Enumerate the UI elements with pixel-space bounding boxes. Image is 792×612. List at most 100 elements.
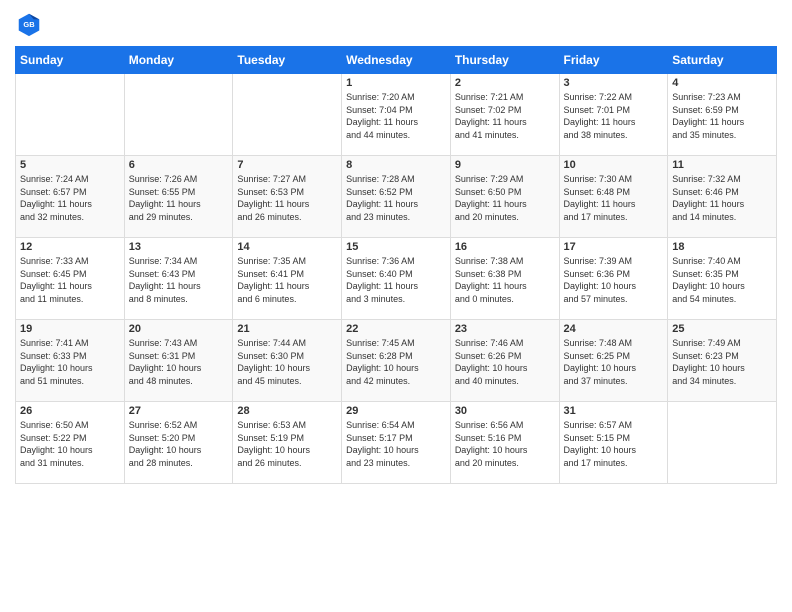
day-info: Sunrise: 6:52 AM Sunset: 5:20 PM Dayligh…	[129, 419, 229, 469]
week-row-2: 12 Sunrise: 7:33 AM Sunset: 6:45 PM Dayli…	[16, 238, 777, 320]
day-cell: 28 Sunrise: 6:53 AM Sunset: 5:19 PM Dayli…	[233, 402, 342, 484]
day-info: Sunrise: 7:22 AM Sunset: 7:01 PM Dayligh…	[564, 91, 664, 141]
week-row-3: 19 Sunrise: 7:41 AM Sunset: 6:33 PM Dayli…	[16, 320, 777, 402]
day-number: 15	[346, 241, 446, 253]
day-cell: 6Sunrise: 7:26 AM Sunset: 6:55 PM Daylig…	[124, 156, 233, 238]
day-info: Sunrise: 7:34 AM Sunset: 6:43 PM Dayligh…	[129, 255, 229, 305]
day-number: 7	[237, 159, 337, 171]
day-cell: 1 Sunrise: 7:20 AM Sunset: 7:04 PM Daylig…	[342, 74, 451, 156]
day-cell: 23 Sunrise: 7:46 AM Sunset: 6:26 PM Dayli…	[450, 320, 559, 402]
day-info: Sunrise: 7:44 AM Sunset: 6:30 PM Dayligh…	[237, 337, 337, 387]
day-number: 23	[455, 323, 555, 335]
day-info: Sunrise: 7:30 AM Sunset: 6:48 PM Dayligh…	[564, 173, 664, 223]
day-info: Sunrise: 7:24 AM Sunset: 6:57 PM Dayligh…	[20, 173, 120, 223]
day-number: 2	[455, 77, 555, 89]
day-cell: 22Sunrise: 7:45 AM Sunset: 6:28 PM Dayli…	[342, 320, 451, 402]
day-cell: 16Sunrise: 7:38 AM Sunset: 6:38 PM Dayli…	[450, 238, 559, 320]
day-info: Sunrise: 6:53 AM Sunset: 5:19 PM Dayligh…	[237, 419, 337, 469]
day-info: Sunrise: 6:54 AM Sunset: 5:17 PM Dayligh…	[346, 419, 446, 469]
day-number: 4	[672, 77, 772, 89]
weekday-header-sunday: Sunday	[16, 47, 125, 74]
day-info: Sunrise: 7:20 AM Sunset: 7:04 PM Dayligh…	[346, 91, 446, 141]
day-cell: 30 Sunrise: 6:56 AM Sunset: 5:16 PM Dayli…	[450, 402, 559, 484]
weekday-header-saturday: Saturday	[668, 47, 777, 74]
day-info: Sunrise: 6:56 AM Sunset: 5:16 PM Dayligh…	[455, 419, 555, 469]
day-info: Sunrise: 7:28 AM Sunset: 6:52 PM Dayligh…	[346, 173, 446, 223]
day-number: 30	[455, 405, 555, 417]
day-info: Sunrise: 6:57 AM Sunset: 5:15 PM Dayligh…	[564, 419, 664, 469]
weekday-header-friday: Friday	[559, 47, 668, 74]
day-number: 31	[564, 405, 664, 417]
day-cell	[16, 74, 125, 156]
day-number: 24	[564, 323, 664, 335]
day-number: 28	[237, 405, 337, 417]
day-info: Sunrise: 7:23 AM Sunset: 6:59 PM Dayligh…	[672, 91, 772, 141]
day-info: Sunrise: 7:46 AM Sunset: 6:26 PM Dayligh…	[455, 337, 555, 387]
weekday-header-thursday: Thursday	[450, 47, 559, 74]
day-cell	[668, 402, 777, 484]
day-number: 26	[20, 405, 120, 417]
day-cell: 3 Sunrise: 7:22 AM Sunset: 7:01 PM Daylig…	[559, 74, 668, 156]
day-info: Sunrise: 7:45 AM Sunset: 6:28 PM Dayligh…	[346, 337, 446, 387]
day-cell: 31 Sunrise: 6:57 AM Sunset: 5:15 PM Dayli…	[559, 402, 668, 484]
day-cell: 7 Sunrise: 7:27 AM Sunset: 6:53 PM Daylig…	[233, 156, 342, 238]
day-info: Sunrise: 7:49 AM Sunset: 6:23 PM Dayligh…	[672, 337, 772, 387]
day-cell: 12 Sunrise: 7:33 AM Sunset: 6:45 PM Dayli…	[16, 238, 125, 320]
day-number: 27	[129, 405, 229, 417]
logo-icon: GB	[15, 10, 43, 38]
day-cell: 13 Sunrise: 7:34 AM Sunset: 6:43 PM Dayli…	[124, 238, 233, 320]
day-number: 10	[564, 159, 664, 171]
day-info: Sunrise: 7:48 AM Sunset: 6:25 PM Dayligh…	[564, 337, 664, 387]
calendar: SundayMondayTuesdayWednesdayThursdayFrid…	[15, 46, 777, 484]
day-cell: 2Sunrise: 7:21 AM Sunset: 7:02 PM Daylig…	[450, 74, 559, 156]
day-cell: 4 Sunrise: 7:23 AM Sunset: 6:59 PM Daylig…	[668, 74, 777, 156]
day-info: Sunrise: 7:36 AM Sunset: 6:40 PM Dayligh…	[346, 255, 446, 305]
day-number: 3	[564, 77, 664, 89]
day-cell: 25 Sunrise: 7:49 AM Sunset: 6:23 PM Dayli…	[668, 320, 777, 402]
day-info: Sunrise: 7:35 AM Sunset: 6:41 PM Dayligh…	[237, 255, 337, 305]
page: GB SundayMondayTuesdayWednesdayThursdayF…	[0, 0, 792, 612]
day-number: 1	[346, 77, 446, 89]
day-cell: 5Sunrise: 7:24 AM Sunset: 6:57 PM Daylig…	[16, 156, 125, 238]
day-number: 16	[455, 241, 555, 253]
day-number: 13	[129, 241, 229, 253]
day-cell: 27 Sunrise: 6:52 AM Sunset: 5:20 PM Dayli…	[124, 402, 233, 484]
day-info: Sunrise: 7:29 AM Sunset: 6:50 PM Dayligh…	[455, 173, 555, 223]
day-number: 18	[672, 241, 772, 253]
day-info: Sunrise: 7:26 AM Sunset: 6:55 PM Dayligh…	[129, 173, 229, 223]
day-number: 20	[129, 323, 229, 335]
day-cell: 29 Sunrise: 6:54 AM Sunset: 5:17 PM Dayli…	[342, 402, 451, 484]
day-number: 14	[237, 241, 337, 253]
day-number: 21	[237, 323, 337, 335]
day-info: Sunrise: 7:27 AM Sunset: 6:53 PM Dayligh…	[237, 173, 337, 223]
weekday-header-wednesday: Wednesday	[342, 47, 451, 74]
day-info: Sunrise: 7:32 AM Sunset: 6:46 PM Dayligh…	[672, 173, 772, 223]
day-number: 17	[564, 241, 664, 253]
week-row-4: 26 Sunrise: 6:50 AM Sunset: 5:22 PM Dayli…	[16, 402, 777, 484]
day-number: 29	[346, 405, 446, 417]
day-number: 12	[20, 241, 120, 253]
day-cell	[233, 74, 342, 156]
week-row-0: 1 Sunrise: 7:20 AM Sunset: 7:04 PM Daylig…	[16, 74, 777, 156]
day-info: Sunrise: 7:41 AM Sunset: 6:33 PM Dayligh…	[20, 337, 120, 387]
day-info: Sunrise: 7:43 AM Sunset: 6:31 PM Dayligh…	[129, 337, 229, 387]
day-info: Sunrise: 7:39 AM Sunset: 6:36 PM Dayligh…	[564, 255, 664, 305]
week-row-1: 5Sunrise: 7:24 AM Sunset: 6:57 PM Daylig…	[16, 156, 777, 238]
day-cell: 10 Sunrise: 7:30 AM Sunset: 6:48 PM Dayli…	[559, 156, 668, 238]
day-number: 25	[672, 323, 772, 335]
day-cell: 18 Sunrise: 7:40 AM Sunset: 6:35 PM Dayli…	[668, 238, 777, 320]
header: GB	[15, 10, 777, 38]
day-cell: 15 Sunrise: 7:36 AM Sunset: 6:40 PM Dayli…	[342, 238, 451, 320]
day-info: Sunrise: 7:40 AM Sunset: 6:35 PM Dayligh…	[672, 255, 772, 305]
day-cell: 14 Sunrise: 7:35 AM Sunset: 6:41 PM Dayli…	[233, 238, 342, 320]
day-info: Sunrise: 7:33 AM Sunset: 6:45 PM Dayligh…	[20, 255, 120, 305]
day-cell: 19 Sunrise: 7:41 AM Sunset: 6:33 PM Dayli…	[16, 320, 125, 402]
day-cell	[124, 74, 233, 156]
day-cell: 17 Sunrise: 7:39 AM Sunset: 6:36 PM Dayli…	[559, 238, 668, 320]
logo: GB	[15, 10, 47, 38]
day-cell: 20 Sunrise: 7:43 AM Sunset: 6:31 PM Dayli…	[124, 320, 233, 402]
weekday-header-row: SundayMondayTuesdayWednesdayThursdayFrid…	[16, 47, 777, 74]
day-info: Sunrise: 6:50 AM Sunset: 5:22 PM Dayligh…	[20, 419, 120, 469]
day-number: 19	[20, 323, 120, 335]
day-cell: 21 Sunrise: 7:44 AM Sunset: 6:30 PM Dayli…	[233, 320, 342, 402]
